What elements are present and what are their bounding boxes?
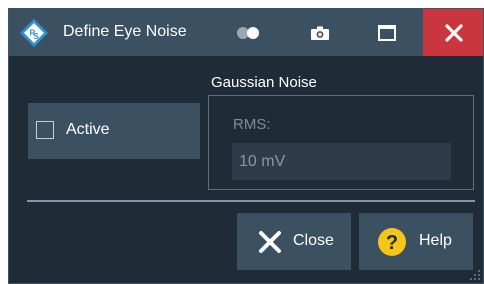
toggle-transparency-icon (237, 26, 259, 39)
close-icon (445, 23, 463, 42)
window-close-button[interactable] (423, 9, 483, 56)
svg-text:S: S (34, 32, 40, 41)
transparency-toggle-button[interactable] (223, 9, 275, 56)
gaussian-noise-heading: Gaussian Noise (211, 74, 317, 91)
help-button-label: Help (419, 232, 452, 249)
active-checkbox[interactable] (36, 121, 54, 139)
maximize-icon (378, 24, 396, 41)
rms-input[interactable]: 10 mV (232, 143, 451, 180)
rms-label: RMS: (233, 116, 271, 133)
help-icon: ? (378, 228, 406, 256)
close-button-label: Close (293, 232, 334, 249)
help-button[interactable]: ? Help (359, 213, 473, 270)
title-bar[interactable]: R S Define Eye Noise (9, 9, 483, 56)
help-symbol: ? (386, 232, 398, 254)
close-x-icon (259, 231, 281, 253)
active-toggle-button[interactable]: Active (28, 103, 200, 159)
divider (27, 200, 475, 202)
camera-icon (311, 26, 329, 40)
maximize-button[interactable] (365, 9, 409, 56)
define-eye-noise-dialog: R S Define Eye Noise Active Gaussian Noi… (8, 8, 484, 284)
resize-grip-icon[interactable] (467, 267, 481, 281)
rohde-schwarz-logo: R S (20, 19, 48, 47)
active-label: Active (66, 121, 110, 138)
close-button[interactable]: Close (237, 213, 351, 270)
gaussian-noise-group: RMS: 10 mV (208, 95, 474, 190)
window-title: Define Eye Noise (63, 23, 187, 40)
screenshot-button[interactable] (299, 9, 341, 56)
